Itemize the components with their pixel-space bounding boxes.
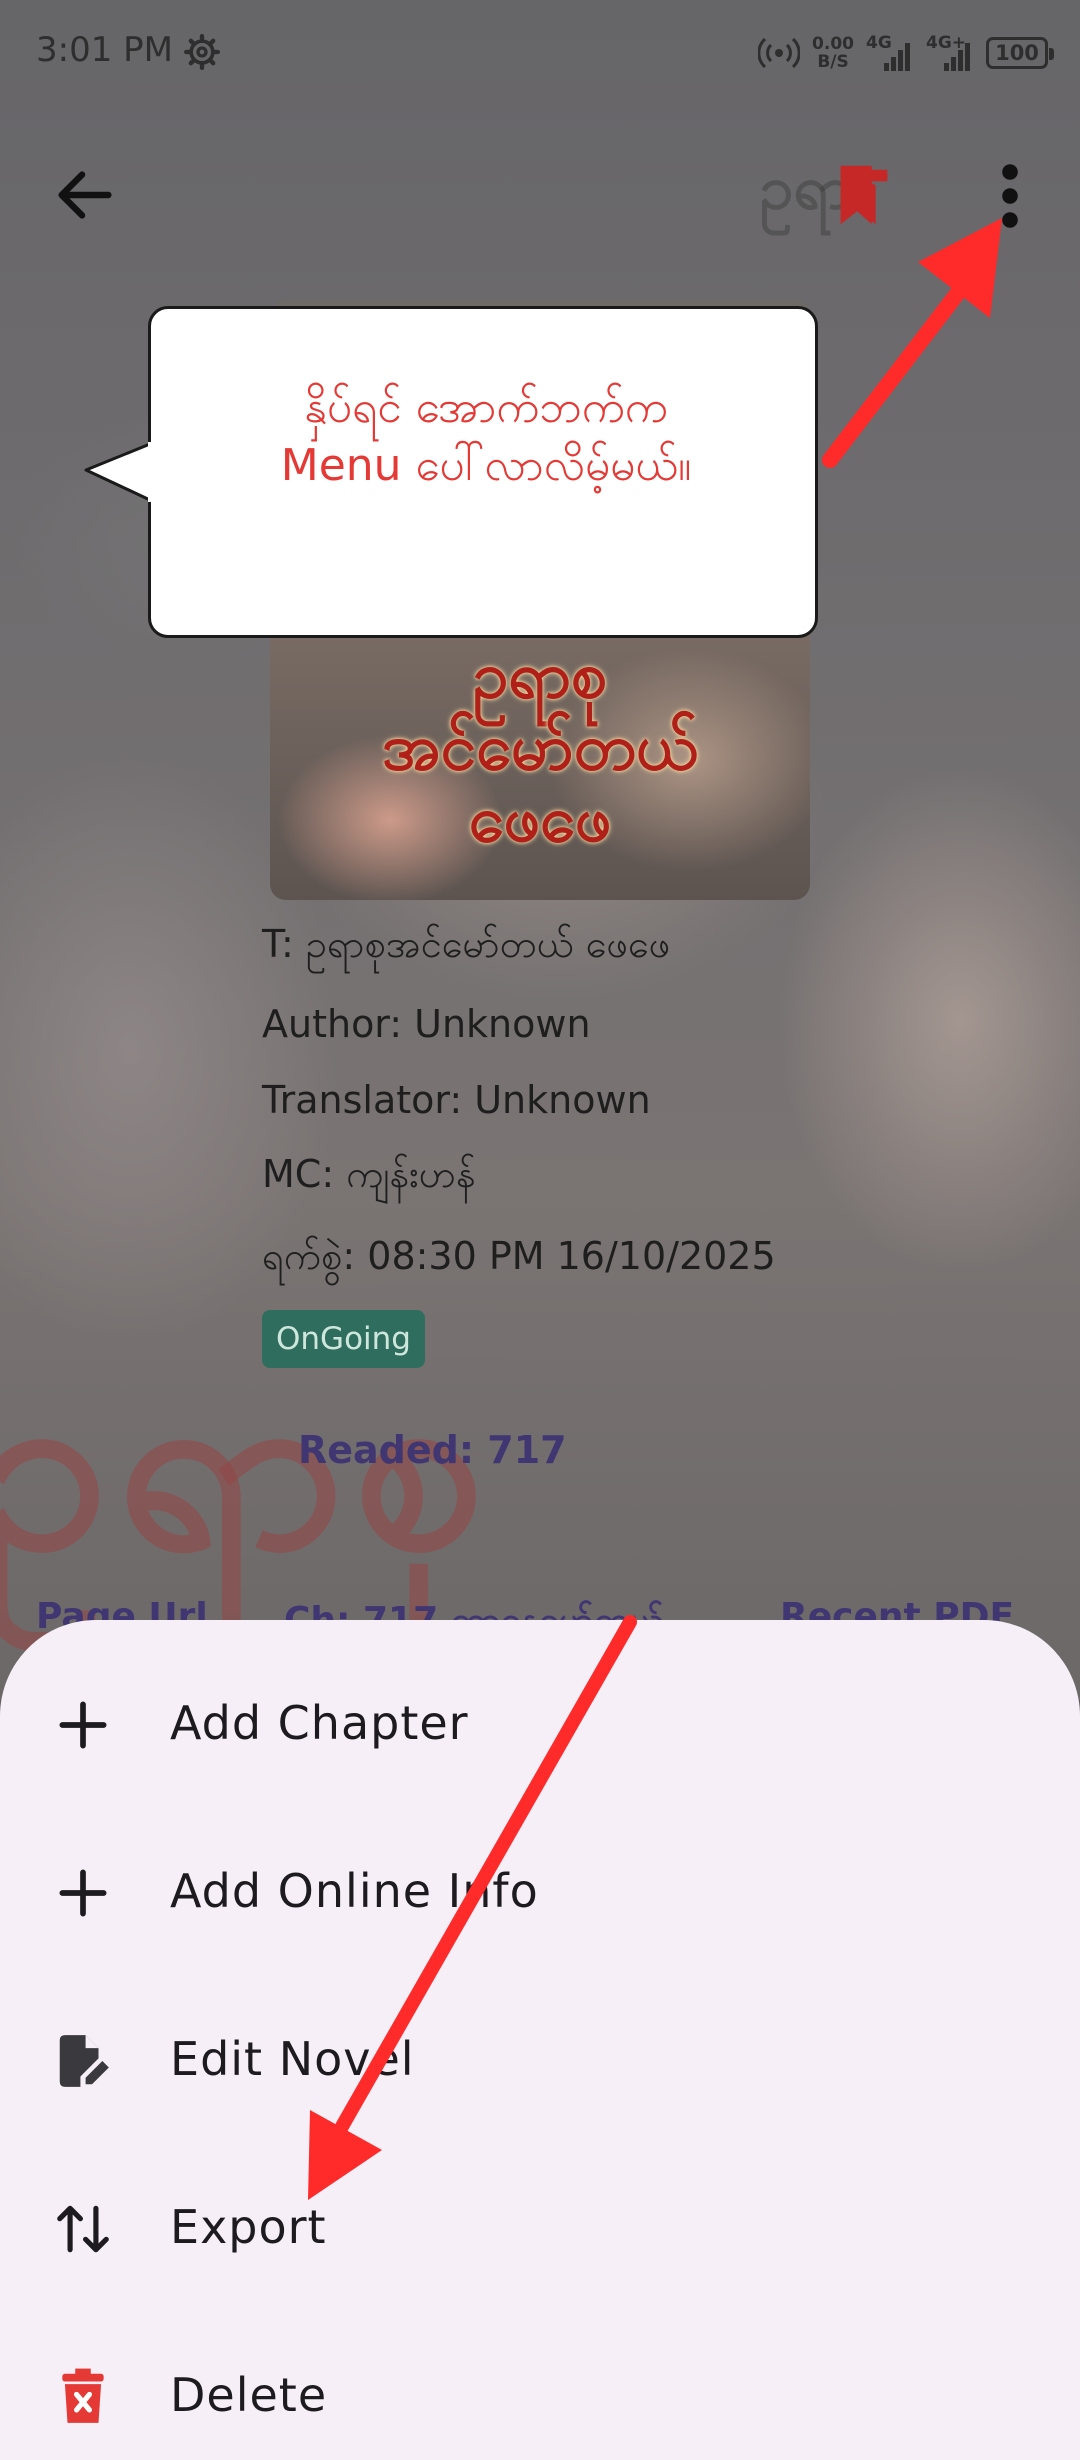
novel-translator: Translator: Unknown <box>262 1078 651 1122</box>
hint-line2: Menu ပေါ်လာလိမ့်မယ်။ <box>280 440 692 491</box>
menu-label: Delete <box>170 2368 328 2422</box>
plus-icon <box>59 1869 107 1917</box>
status-time: 3:01 PM <box>36 30 173 70</box>
menu-label: Add Chapter <box>170 1696 469 1750</box>
menu-label: Add Online Info <box>170 1864 539 1918</box>
more-vert-icon[interactable] <box>980 160 1040 232</box>
novel-author: Author: Unknown <box>262 1002 591 1046</box>
network-speed: 0.00 B/S <box>812 35 854 71</box>
cover-title-line3: ဖေဖေ <box>468 783 612 857</box>
hint-callout-text: နှိပ်ရင် အောက်ဘက်က Menu ပေါ်လာလိမ့်မယ်။ <box>181 379 791 495</box>
menu-label: Edit Novel <box>170 2032 415 2086</box>
hotspot-icon <box>758 37 801 69</box>
speed-value: 0.00 <box>812 34 854 54</box>
plus-icon <box>59 1701 107 1749</box>
screen: ဥရာ ဥရာစု 3:01 PM 0.00 B/S 4G 4G+ 100 ဥရ… <box>0 0 1080 2460</box>
hint-callout: နှိပ်ရင် အောက်ဘက်က Menu ပေါ်လာလိမ့်မယ်။ <box>148 306 818 638</box>
signal-bars-icon <box>944 43 970 71</box>
hint-line1: နှိပ်ရင် အောက်ဘက်က <box>304 382 668 433</box>
signal-bars-icon <box>884 43 910 71</box>
delete-icon <box>62 2368 104 2423</box>
back-arrow-icon[interactable] <box>50 160 120 230</box>
cover-title-line2: အင်မော်တယ် <box>381 711 699 785</box>
menu-label: Export <box>170 2200 327 2254</box>
battery-indicator: 100 <box>986 37 1054 69</box>
bookmark-icon[interactable] <box>836 162 892 228</box>
novel-mc: MC: ကျန်းဟန် <box>262 1152 476 1196</box>
settings-gear-icon <box>184 34 220 71</box>
swap-vertical-icon <box>57 2205 109 2253</box>
menu-item-delete[interactable]: Delete <box>0 2312 1080 2460</box>
menu-item-add-chapter[interactable]: Add Chapter <box>0 1640 1080 1808</box>
menu-item-add-online-info[interactable]: Add Online Info <box>0 1808 1080 1976</box>
cover-title: ဥရာစု အင်မော်တယ် ဖေဖေ <box>270 640 810 856</box>
status-bar: 3:01 PM 0.00 B/S 4G 4G+ 100 <box>0 0 1080 110</box>
hint-callout-tail <box>84 442 170 502</box>
readed-count: Readed: 717 <box>298 1428 567 1472</box>
bottom-sheet-menu: Add Chapter Add Online Info Edit Novel E… <box>0 1620 1080 2460</box>
speed-unit: B/S <box>817 52 849 72</box>
signal-4g-plus: 4G+ <box>926 33 974 73</box>
cover-title-line1: ဥရာစု <box>472 639 608 713</box>
signal-4g: 4G <box>866 33 914 73</box>
menu-item-export[interactable]: Export <box>0 2144 1080 2312</box>
status-badge: OnGoing <box>262 1310 425 1368</box>
menu-item-edit-novel[interactable]: Edit Novel <box>0 1976 1080 2144</box>
novel-title: T: ဥရာစုအင်မော်တယ် ဖေဖေ <box>262 922 671 966</box>
novel-updated-date: ရက်စွဲ: 08:30 PM 16/10/2025 <box>262 1234 776 1278</box>
status-icons: 0.00 B/S 4G 4G+ 100 <box>758 28 1054 78</box>
edit-document-icon <box>59 2035 109 2087</box>
